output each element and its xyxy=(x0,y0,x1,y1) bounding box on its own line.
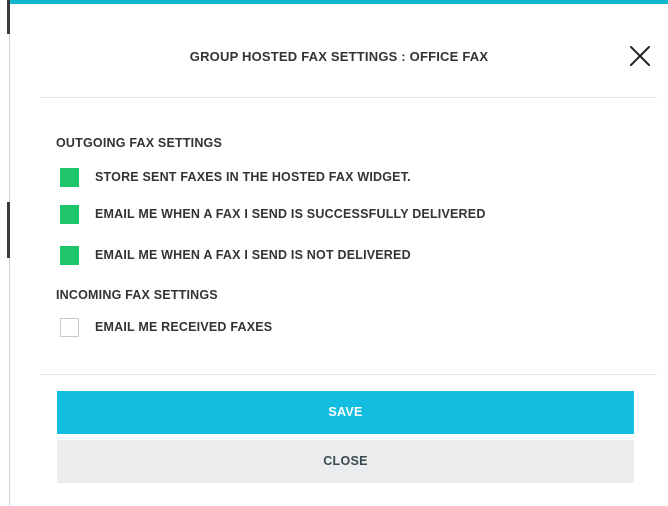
footer-divider xyxy=(40,374,657,375)
option-label: EMAIL ME WHEN A FAX I SEND IS NOT DELIVE… xyxy=(95,248,411,262)
fax-settings-modal: GROUP HOSTED FAX SETTINGS : OFFICE FAX O… xyxy=(10,4,668,506)
option-email-received-faxes[interactable]: EMAIL ME RECEIVED FAXES xyxy=(60,318,620,338)
option-label: STORE SENT FAXES IN THE HOSTED FAX WIDGE… xyxy=(95,170,411,184)
background-panel-edge xyxy=(0,0,10,506)
modal-header: GROUP HOSTED FAX SETTINGS : OFFICE FAX xyxy=(10,4,668,98)
outgoing-section-heading: OUTGOING FAX SETTINGS xyxy=(56,136,223,150)
checkbox-email-received-faxes[interactable] xyxy=(60,318,79,337)
header-divider xyxy=(40,97,657,98)
option-email-not-delivered[interactable]: EMAIL ME WHEN A FAX I SEND IS NOT DELIVE… xyxy=(60,246,620,266)
modal-title: GROUP HOSTED FAX SETTINGS : OFFICE FAX xyxy=(189,49,489,64)
option-store-sent-faxes[interactable]: STORE SENT FAXES IN THE HOSTED FAX WIDGE… xyxy=(60,168,620,188)
close-button[interactable]: CLOSE xyxy=(57,440,634,483)
close-x-icon[interactable] xyxy=(628,44,652,68)
checkbox-email-delivered[interactable] xyxy=(60,205,79,224)
checkbox-store-sent-faxes[interactable] xyxy=(60,168,79,187)
close-x-glyph xyxy=(630,46,650,66)
option-email-delivered[interactable]: EMAIL ME WHEN A FAX I SEND IS SUCCESSFUL… xyxy=(60,205,620,225)
option-label: EMAIL ME WHEN A FAX I SEND IS SUCCESSFUL… xyxy=(95,207,486,221)
option-label: EMAIL ME RECEIVED FAXES xyxy=(95,320,273,334)
save-button[interactable]: SAVE xyxy=(57,391,634,434)
checkbox-email-not-delivered[interactable] xyxy=(60,246,79,265)
incoming-section-heading: INCOMING FAX SETTINGS xyxy=(56,288,218,302)
